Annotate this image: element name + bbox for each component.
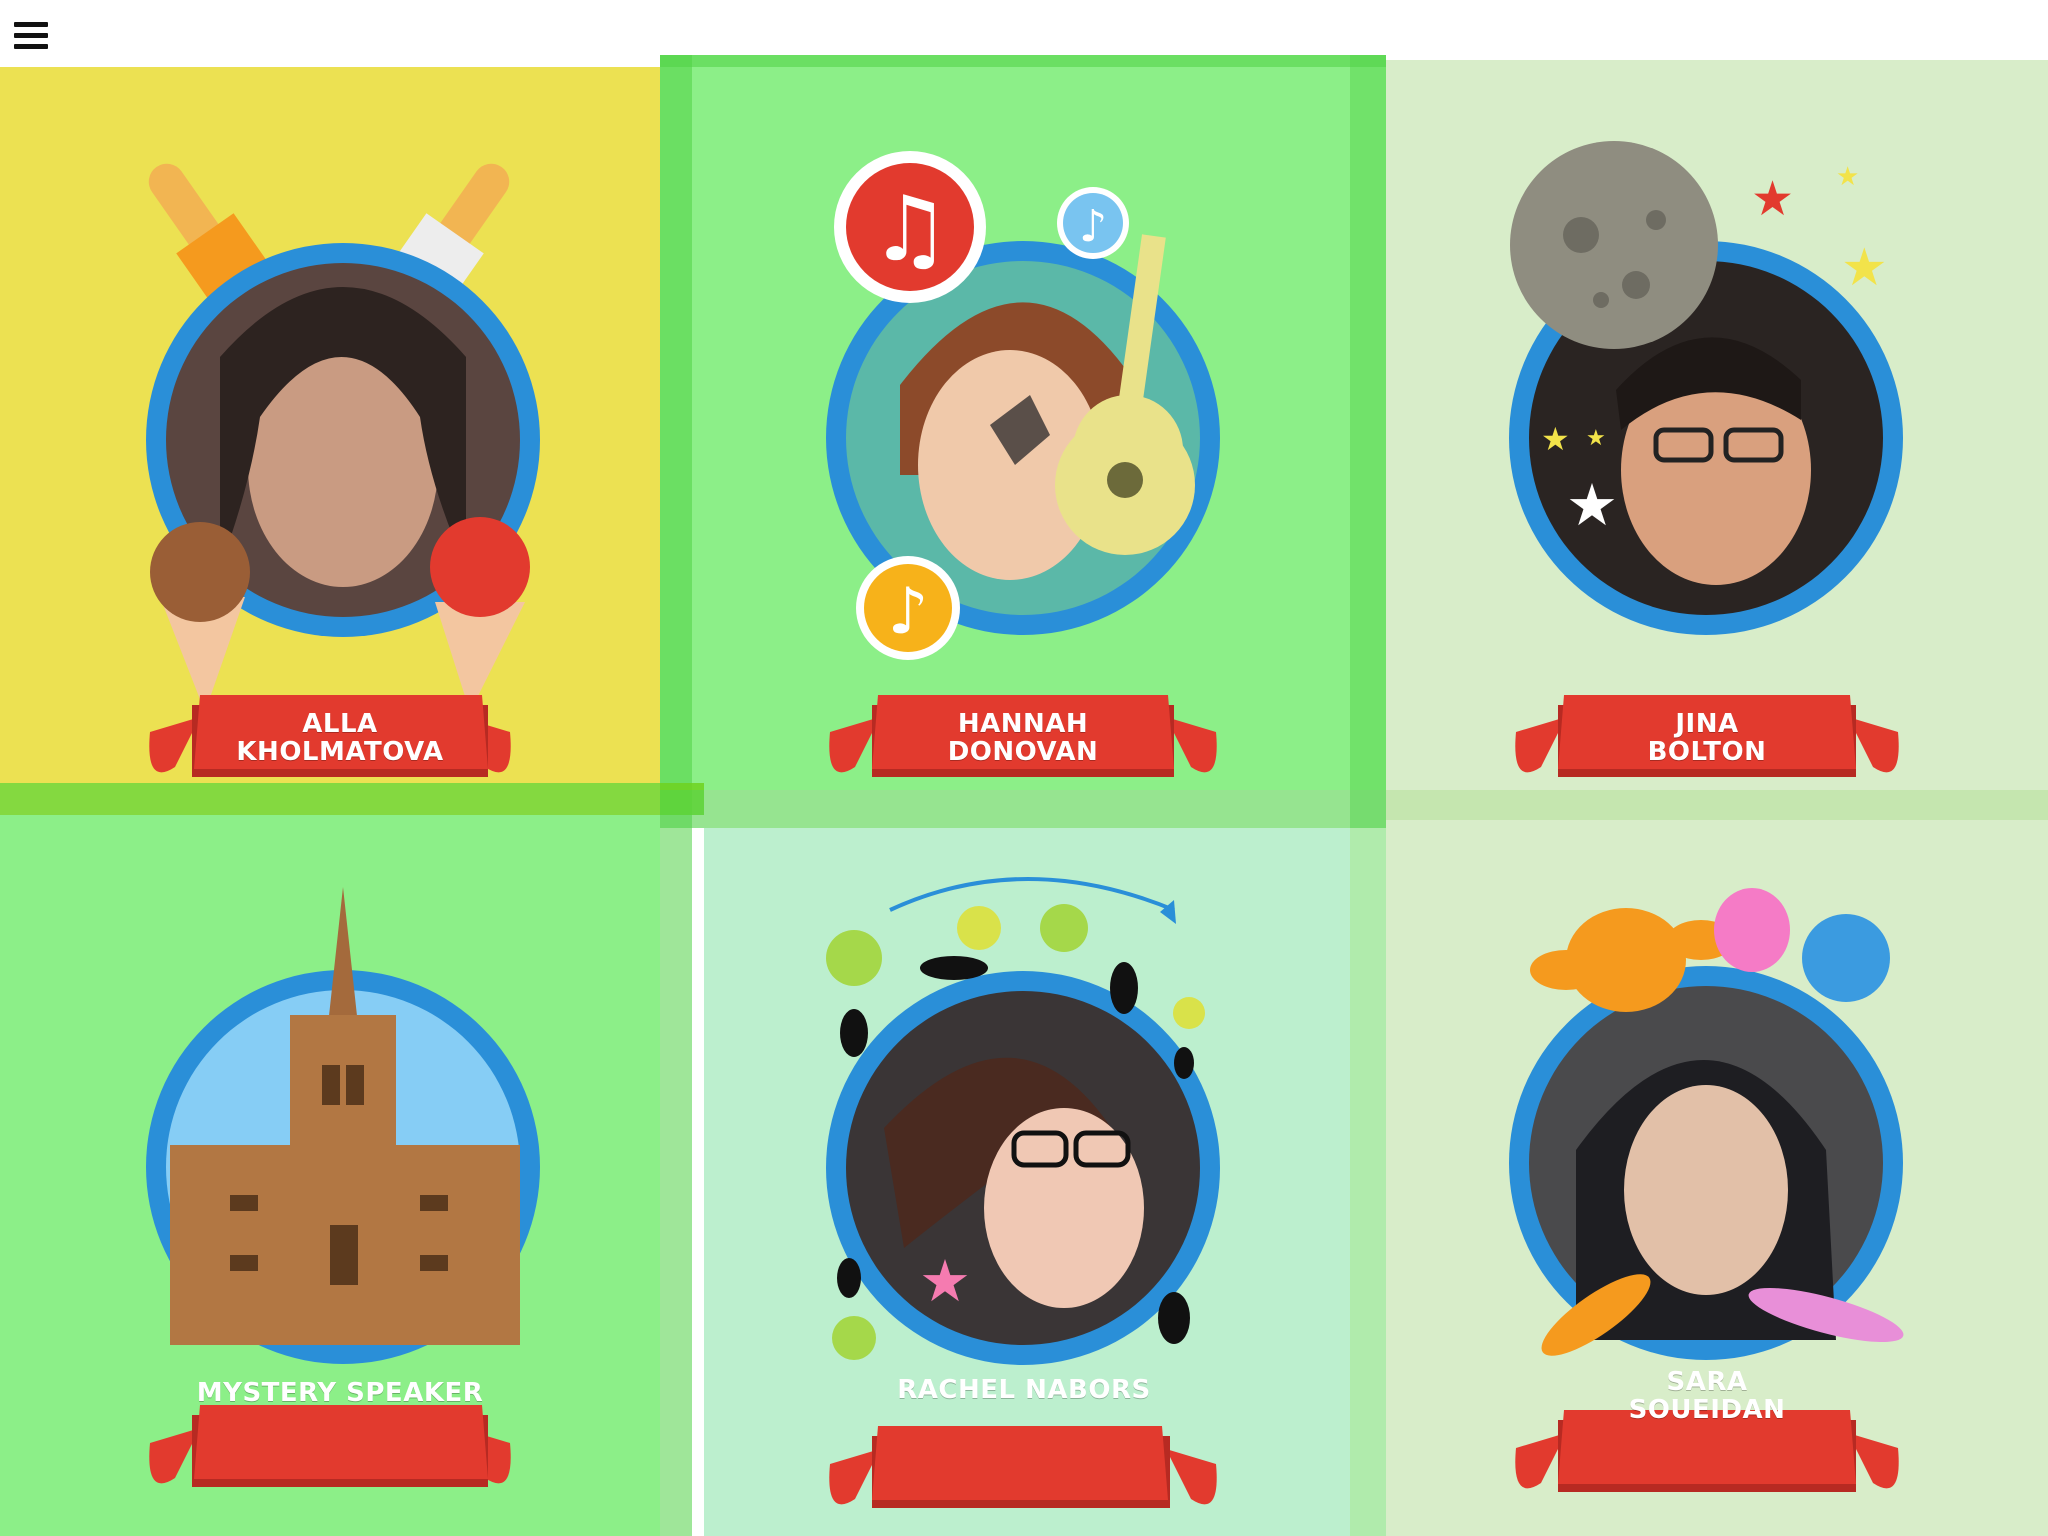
svg-text:★: ★ [1751, 171, 1794, 227]
svg-text:★: ★ [1841, 238, 1888, 298]
svg-text:★: ★ [1586, 426, 1606, 451]
speaker-illustration [146, 887, 540, 1487]
speaker-name-line-2: SOUEIDAN [1628, 1395, 1786, 1425]
svg-text:♪: ♪ [888, 575, 929, 649]
svg-text:♫: ♫ [870, 177, 951, 282]
grid-divider [660, 790, 1386, 828]
speaker-name-line-1: RACHEL NABORS [897, 1375, 1151, 1405]
speaker-name-line-2: KHOLMATOVA [236, 737, 444, 767]
speaker-card-rachel-nabors[interactable]: ★ RACHEL NABORS [704, 828, 1350, 1536]
hamburger-menu-icon[interactable] [14, 22, 48, 62]
speaker-illustration: ♫ ♪ ♪ [826, 151, 1220, 777]
speaker-name: JINA BOLTON [1557, 710, 1857, 766]
svg-text:★: ★ [1566, 471, 1618, 539]
speaker-name: RACHEL NABORS [874, 1376, 1174, 1404]
speaker-illustration [1509, 888, 1904, 1492]
speaker-name-line-1: ALLA [302, 709, 378, 739]
svg-text:★: ★ [1541, 420, 1570, 458]
name-banner [149, 1405, 511, 1487]
speaker-name: MYSTERY SPEAKER [190, 1379, 490, 1407]
speaker-name: HANNAH DONOVAN [873, 710, 1173, 766]
speaker-name-line-1: HANNAH [957, 709, 1089, 739]
speaker-name: SARA SOUEIDAN [1557, 1368, 1857, 1424]
speaker-name-line-1: MYSTERY SPEAKER [196, 1378, 484, 1408]
star-icon: ★ [919, 1247, 971, 1315]
speaker-name-line-2: BOLTON [1647, 737, 1767, 767]
grid-divider [1386, 790, 2048, 820]
speaker-illustration: ★ [826, 877, 1220, 1508]
speaker-illustration: ★ ★ ★ ★ ★ ★ [1509, 141, 1903, 777]
moon-icon [1510, 141, 1718, 349]
speaker-name: ALLA KHOLMATOVA [190, 710, 490, 766]
speaker-card-sara-soueidan[interactable]: SARA SOUEIDAN [1386, 820, 2048, 1536]
speaker-card-alla-kholmatova[interactable]: ALLA KHOLMATOVA [0, 67, 660, 783]
speaker-illustration [146, 163, 540, 777]
name-banner [829, 1426, 1217, 1508]
arrow-icon [889, 877, 1175, 912]
speaker-name-line-1: JINA [1675, 709, 1739, 739]
speaker-name-line-1: SARA [1666, 1367, 1748, 1397]
speaker-card-mystery-speaker[interactable]: MYSTERY SPEAKER [0, 815, 660, 1536]
svg-text:★: ★ [1836, 162, 1859, 192]
grid-divider [0, 783, 704, 815]
speaker-card-jina-bolton[interactable]: ★ ★ ★ ★ ★ ★ JINA BOLTON [1386, 60, 2048, 790]
speaker-name-line-2: DONOVAN [947, 737, 1099, 767]
grid-divider [660, 55, 1386, 67]
speaker-card-hannah-donovan[interactable]: ♫ ♪ ♪ HANNAH DONOVAN [660, 55, 1386, 790]
svg-text:♪: ♪ [1079, 201, 1107, 252]
